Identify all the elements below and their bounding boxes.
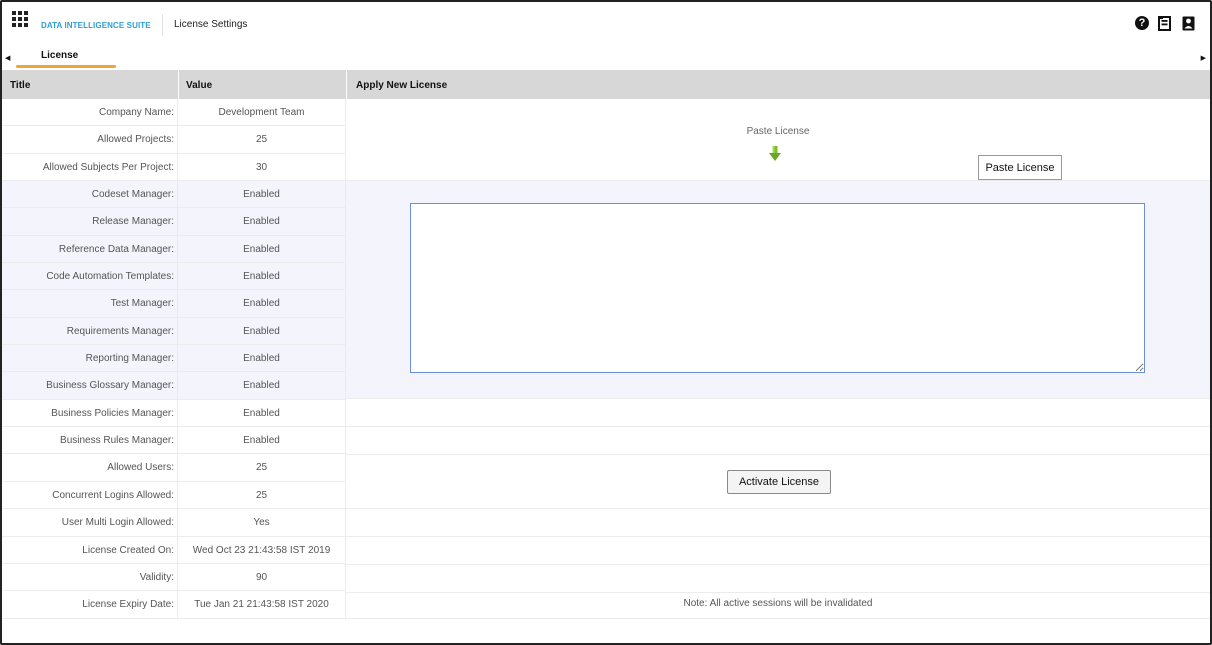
table-row: Allowed Projects: 25 [2,126,346,154]
table-row: Allowed Subjects Per Project: 30 [2,153,346,182]
table-row: Business Rules Manager: Enabled [2,427,346,455]
table-row: Reporting Manager: Enabled [2,345,346,373]
row-title: Reference Data Manager: [2,235,178,263]
row-value: Enabled [178,235,346,263]
row-value: Enabled [178,181,346,208]
row-title: License Created On: [2,536,178,563]
row-value: 25 [178,126,346,153]
row-title: Company Name: [2,99,178,126]
row-title: Allowed Subjects Per Project: [2,153,178,181]
row-value: Tue Jan 21 21:43:58 IST 2020 [178,591,346,618]
blank-row [346,399,1210,427]
app-launcher-grid-icon[interactable] [12,11,28,27]
license-info-table: Company Name: Development Team Allowed Pro… [2,99,346,619]
row-value: Enabled [178,263,346,290]
paste-section: Paste License Paste License [346,99,1210,181]
row-value: Enabled [178,290,346,317]
table-header: Title Value Apply New License [2,70,1210,99]
license-text-input[interactable] [410,203,1145,373]
table-row: Codeset Manager: Enabled [2,181,346,209]
row-value: Enabled [178,427,346,454]
paste-license-label: Paste License [746,126,810,137]
header-divider [346,70,347,99]
suite-name[interactable]: DATA INTELLIGENCE SUITE [41,21,151,30]
row-title: License Expiry Date: [2,591,178,618]
user-profile-icon[interactable] [1180,15,1196,31]
row-title: Allowed Projects: [2,126,178,153]
blank-row [346,509,1210,537]
table-row: Validity: 90 [2,563,346,592]
table-row: Allowed Users: 25 [2,454,346,482]
table-row: Business Glossary Manager: Enabled [2,372,346,400]
row-title: Test Manager: [2,290,178,317]
tab-bar: ◀ License ▶ [2,44,1210,70]
table-row: Reference Data Manager: Enabled [2,235,346,264]
row-title: Requirements Manager: [2,317,178,345]
row-title: Code Automation Templates: [2,263,178,290]
help-icon[interactable]: ? [1134,15,1150,31]
blank-row [346,565,1210,593]
tab-label: License [41,50,79,61]
row-title: Business Policies Manager: [2,399,178,427]
table-row: Test Manager: Enabled [2,290,346,318]
table-row: Concurrent Logins Allowed: 25 [2,481,346,510]
row-value: Wed Oct 23 21:43:58 IST 2019 [178,536,346,563]
row-title: Codeset Manager: [2,181,178,208]
row-value: Enabled [178,208,346,235]
active-tab-indicator [16,65,116,68]
row-value: 25 [178,454,346,481]
header-divider [178,70,179,99]
table-row: License Created On: Wed Oct 23 21:43:58 I… [2,536,346,564]
blank-row [346,537,1210,565]
row-value: Enabled [178,399,346,427]
row-value: 30 [178,153,346,181]
top-bar: DATA INTELLIGENCE SUITE License Settings… [2,2,1210,44]
tab-scroll-left-icon[interactable]: ◀ [5,54,10,62]
row-value: Development Team [178,99,346,126]
tab-scroll-right-icon[interactable]: ▶ [1201,54,1206,62]
apply-license-panel: Paste License Paste License Activate Lic… [346,99,1210,619]
table-row: Requirements Manager: Enabled [2,317,346,346]
license-input-section [346,181,1210,399]
session-warning-note: Note: All active sessions will be invali… [683,598,873,609]
table-row: User Multi Login Allowed: Yes [2,509,346,537]
top-icons: ? [1134,15,1196,31]
column-header-title: Title [10,80,31,91]
row-title: User Multi Login Allowed: [2,509,178,536]
table-row: Code Automation Templates: Enabled [2,263,346,291]
row-title: Business Rules Manager: [2,427,178,454]
document-icon[interactable] [1157,15,1173,31]
table-row: Release Manager: Enabled [2,208,346,236]
row-title: Validity: [2,563,178,591]
download-arrow-icon [769,146,781,161]
column-header-value: Value [186,80,213,91]
row-title: Reporting Manager: [2,345,178,372]
row-value: Enabled [178,372,346,399]
row-title: Release Manager: [2,208,178,235]
blank-row [346,427,1210,455]
row-value: 25 [178,481,346,509]
page-title: License Settings [174,19,248,30]
row-title: Concurrent Logins Allowed: [2,481,178,509]
tab-license[interactable]: License [16,44,116,68]
table-row: License Expiry Date: Tue Jan 21 21:43:58 … [2,591,346,619]
row-value: Enabled [178,317,346,345]
activate-license-button[interactable]: Activate License [727,470,831,494]
table-row: Company Name: Development Team [2,99,346,127]
paste-license-button[interactable]: Paste License [978,155,1062,180]
row-value: Enabled [178,345,346,372]
column-header-apply: Apply New License [356,80,448,91]
title-divider [162,14,163,36]
table-row: Business Policies Manager: Enabled [2,399,346,428]
row-value: 90 [178,563,346,591]
row-value: Yes [178,509,346,536]
app-window: DATA INTELLIGENCE SUITE License Settings… [0,0,1212,645]
row-title: Allowed Users: [2,454,178,481]
row-title: Business Glossary Manager: [2,372,178,399]
